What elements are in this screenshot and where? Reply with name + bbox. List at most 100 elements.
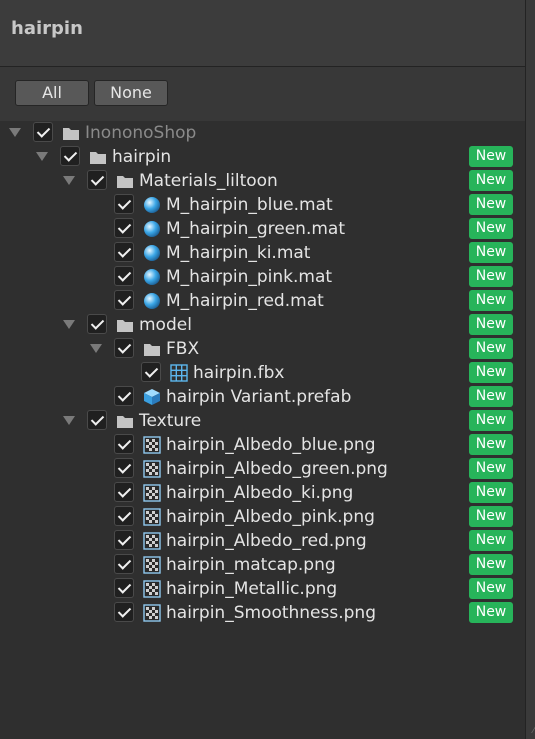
folder-icon <box>116 316 134 334</box>
tree-item-label: hairpin_Albedo_red.png <box>166 531 367 551</box>
new-badge: New <box>469 194 513 215</box>
item-checkbox[interactable] <box>114 602 134 622</box>
tree-item-label: M_hairpin_green.mat <box>166 219 346 239</box>
new-badge: New <box>469 266 513 287</box>
folder-icon <box>116 412 134 430</box>
new-badge: New <box>469 506 513 527</box>
item-checkbox[interactable] <box>114 266 134 286</box>
new-badge: New <box>469 554 513 575</box>
select-all-button[interactable]: All <box>15 80 89 106</box>
new-badge: New <box>469 170 513 191</box>
item-checkbox[interactable] <box>114 554 134 574</box>
item-checkbox[interactable] <box>114 194 134 214</box>
tree-row[interactable]: hairpin_Smoothness.png New <box>0 601 525 625</box>
new-badge: New <box>469 458 513 479</box>
tree-item-label: hairpin_Metallic.png <box>166 579 338 599</box>
new-badge: New <box>469 482 513 503</box>
tree-row[interactable]: hairpin_Albedo_red.png New <box>0 529 525 553</box>
texture-icon <box>143 508 161 526</box>
item-checkbox[interactable] <box>141 362 161 382</box>
tree-row[interactable]: M_hairpin_green.mat New <box>0 217 525 241</box>
tree-item-label: InononoShop <box>85 123 197 143</box>
window-title: hairpin <box>11 18 83 39</box>
tree-row[interactable]: hairpin_Metallic.png New <box>0 577 525 601</box>
item-checkbox[interactable] <box>114 434 134 454</box>
tree-row[interactable]: hairpin Variant.prefab New <box>0 385 525 409</box>
tree-item-label: M_hairpin_red.mat <box>166 291 324 311</box>
tree-row[interactable]: InononoShop <box>0 121 525 145</box>
tree-row[interactable]: M_hairpin_ki.mat New <box>0 241 525 265</box>
new-badge: New <box>469 146 513 167</box>
item-checkbox[interactable] <box>114 506 134 526</box>
tree-row[interactable]: Texture New <box>0 409 525 433</box>
tree-row[interactable]: hairpin_Albedo_pink.png New <box>0 505 525 529</box>
item-checkbox[interactable] <box>114 386 134 406</box>
tree-item-label: hairpin <box>112 147 172 167</box>
tree-item-label: model <box>139 315 192 335</box>
new-badge: New <box>469 410 513 431</box>
item-checkbox[interactable] <box>114 338 134 358</box>
item-checkbox[interactable] <box>87 314 107 334</box>
tree-row[interactable]: hairpin_matcap.png New <box>0 553 525 577</box>
tree-item-label: M_hairpin_ki.mat <box>166 243 311 263</box>
tree-row[interactable]: hairpin_Albedo_ki.png New <box>0 481 525 505</box>
tree-row[interactable]: hairpin_Albedo_green.png New <box>0 457 525 481</box>
tree-row[interactable]: M_hairpin_pink.mat New <box>0 265 525 289</box>
asset-tree-panel: InononoShop hairpin New Materials_liltoon Ne… <box>0 121 525 739</box>
texture-icon <box>143 436 161 454</box>
new-badge: New <box>469 434 513 455</box>
expand-arrow-icon[interactable] <box>36 152 48 161</box>
tree-row[interactable]: M_hairpin_blue.mat New <box>0 193 525 217</box>
new-badge: New <box>469 530 513 551</box>
folder-icon <box>62 124 80 142</box>
item-checkbox[interactable] <box>60 146 80 166</box>
texture-icon <box>143 580 161 598</box>
material-sphere-icon <box>143 220 161 238</box>
new-badge: New <box>469 362 513 383</box>
expand-arrow-icon[interactable] <box>63 176 75 185</box>
tree-item-label: hairpin_Smoothness.png <box>166 603 376 623</box>
tree-row[interactable]: hairpin New <box>0 145 525 169</box>
tree-item-label: Texture <box>139 411 202 431</box>
new-badge: New <box>469 242 513 263</box>
item-checkbox[interactable] <box>114 530 134 550</box>
item-checkbox[interactable] <box>87 410 107 430</box>
window-header: hairpin <box>0 0 525 67</box>
material-sphere-icon <box>143 196 161 214</box>
tree-row[interactable]: hairpin_Albedo_blue.png New <box>0 433 525 457</box>
item-checkbox[interactable] <box>114 578 134 598</box>
folder-icon <box>143 340 161 358</box>
item-checkbox[interactable] <box>114 218 134 238</box>
tree-item-label: hairpin_Albedo_green.png <box>166 459 388 479</box>
tree-item-label: hairpin_Albedo_pink.png <box>166 507 375 527</box>
expand-arrow-icon[interactable] <box>63 320 75 329</box>
prefab-cube-icon <box>143 388 161 406</box>
tree-item-label: FBX <box>166 339 200 359</box>
item-checkbox[interactable] <box>114 290 134 310</box>
tree-item-label: hairpin.fbx <box>193 363 285 383</box>
expand-arrow-icon[interactable] <box>90 344 102 353</box>
tree-item-label: M_hairpin_pink.mat <box>166 267 333 287</box>
folder-icon <box>89 148 107 166</box>
item-checkbox[interactable] <box>33 122 53 142</box>
tree-item-label: hairpin Variant.prefab <box>166 387 352 407</box>
material-sphere-icon <box>143 244 161 262</box>
item-checkbox[interactable] <box>114 242 134 262</box>
new-badge: New <box>469 218 513 239</box>
tree-row[interactable]: model New <box>0 313 525 337</box>
item-checkbox[interactable] <box>87 170 107 190</box>
tree-row[interactable]: hairpin.fbx New <box>0 361 525 385</box>
select-none-button[interactable]: None <box>94 80 168 106</box>
tree-row[interactable]: Materials_liltoon New <box>0 169 525 193</box>
window-edge: ⁄ <box>525 0 535 739</box>
expand-arrow-icon[interactable] <box>9 128 21 137</box>
tree-row[interactable]: M_hairpin_red.mat New <box>0 289 525 313</box>
tree-row[interactable]: FBX New <box>0 337 525 361</box>
item-checkbox[interactable] <box>114 482 134 502</box>
tree-item-label: M_hairpin_blue.mat <box>166 195 333 215</box>
expand-arrow-icon[interactable] <box>63 416 75 425</box>
tree-item-label: hairpin_Albedo_blue.png <box>166 435 376 455</box>
material-sphere-icon <box>143 292 161 310</box>
item-checkbox[interactable] <box>114 458 134 478</box>
texture-icon <box>143 532 161 550</box>
